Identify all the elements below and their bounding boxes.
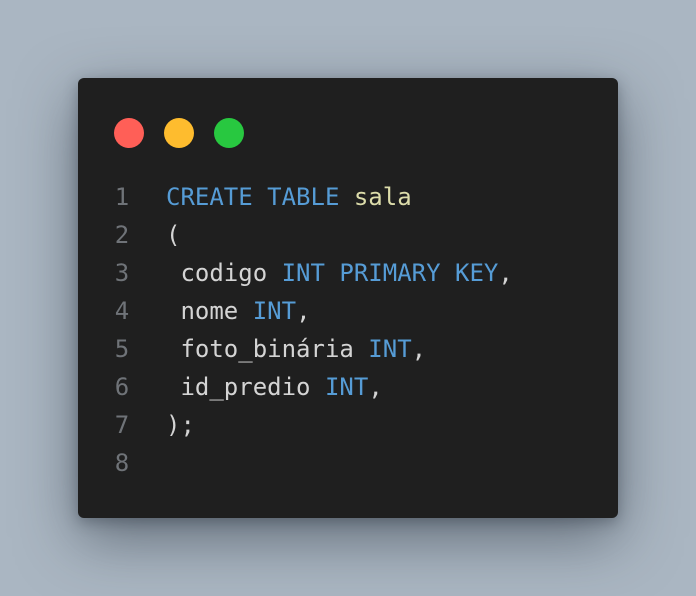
line-number: 5 (114, 335, 130, 363)
text-token: , (411, 335, 427, 363)
line-number: 8 (114, 449, 130, 477)
code-line: 2( (78, 216, 618, 254)
keyword-token: TABLE (267, 183, 340, 211)
line-number: 3 (114, 259, 130, 287)
code-line: 8 (78, 444, 618, 482)
maximize-icon[interactable] (214, 118, 244, 148)
line-content: codigo INT PRIMARY KEY, (166, 254, 513, 292)
code-line: 4 nome INT, (78, 292, 618, 330)
text-token: , (296, 297, 311, 325)
keyword-token: INT (324, 373, 369, 401)
code-window: 1 CREATE TABLE sala 2(3 codigo INT PRIMARY… (78, 78, 618, 518)
line-number: 1 (114, 183, 130, 211)
text-token: , (498, 259, 513, 287)
text-token: codigo (166, 259, 282, 287)
code-line: 7); (78, 406, 618, 444)
identifier-token: sala (353, 183, 412, 211)
keyword-token: PRIMARY (339, 259, 441, 287)
line-content: foto_binária INT, (166, 330, 426, 368)
close-icon[interactable] (114, 118, 144, 148)
text-token: foto_binária (166, 335, 369, 363)
text-token: ); (166, 411, 195, 439)
keyword-token: KEY (455, 259, 499, 287)
text-token: , (368, 373, 383, 401)
code-line: 6 id_predio INT, (78, 368, 618, 406)
line-content: ); (166, 406, 195, 444)
code-line: 1 CREATE TABLE sala (78, 178, 618, 216)
minimize-icon[interactable] (164, 118, 194, 148)
text-token: id_predio (166, 373, 325, 401)
text-token: nome (166, 297, 253, 325)
line-number: 4 (114, 297, 130, 325)
line-content: nome INT, (166, 292, 311, 330)
keyword-token: INT (368, 335, 412, 363)
code-line: 3 codigo INT PRIMARY KEY, (78, 254, 618, 292)
line-number: 2 (114, 221, 130, 249)
line-content: id_predio INT, (166, 368, 383, 406)
keyword-token: INT (281, 259, 325, 287)
line-number: 6 (114, 373, 130, 401)
text-token: ( (166, 221, 181, 249)
keyword-token: CREATE (166, 183, 253, 211)
code-line: 5 foto_binária INT, (78, 330, 618, 368)
line-content: CREATE TABLE sala (166, 178, 412, 216)
keyword-token: INT (252, 297, 297, 325)
line-content: ( (166, 216, 180, 254)
code-block: 1 CREATE TABLE sala 2(3 codigo INT PRIMARY… (78, 178, 618, 482)
line-number: 7 (114, 411, 130, 439)
